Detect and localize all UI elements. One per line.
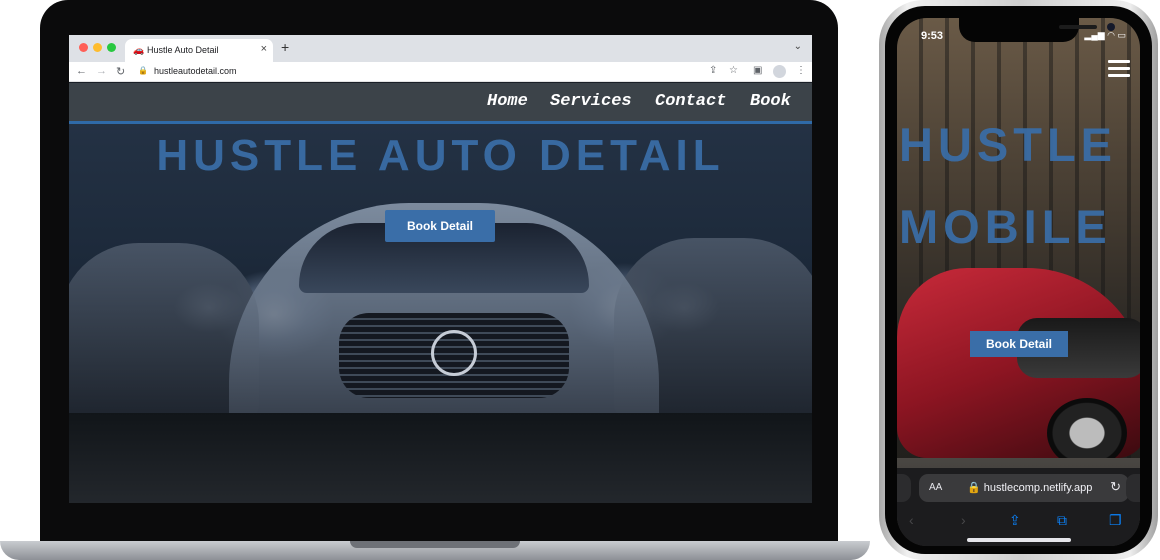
bookmarks-book-icon[interactable]: ⧉ (1057, 512, 1067, 529)
lock-icon: 🔒 (138, 66, 148, 75)
browser-toolbar: ← → ↻ 🔒 hustleautodetail.com ⇪ ☆ ▣ ⋮ (69, 62, 812, 82)
profile-avatar[interactable] (773, 65, 786, 78)
status-time: 9:53 (921, 30, 944, 42)
tabs-overview-icon[interactable]: ❐ (1109, 512, 1122, 529)
mockup-stage: 🚗 Hustle Auto Detail × + ⌄ ← → ↻ 🔒 hustl… (0, 0, 1160, 560)
back-chevron-icon[interactable]: ‹ (909, 512, 914, 528)
navbar-accent-line (69, 121, 812, 124)
previous-tab-peek[interactable] (897, 474, 911, 502)
earpiece-speaker (1059, 25, 1097, 29)
nav-services-link[interactable]: Services (550, 92, 632, 111)
laptop-notch (350, 541, 520, 548)
hero-road (69, 413, 812, 503)
share-icon[interactable]: ⇪ (1009, 512, 1021, 529)
bookmark-star-icon[interactable]: ☆ (729, 65, 738, 76)
browser-tab[interactable]: 🚗 Hustle Auto Detail × (125, 39, 273, 62)
more-menu-icon[interactable]: ⋮ (796, 65, 806, 76)
mobile-hero-background-image (897, 18, 1140, 546)
site-navbar: Home Services Contact Book (69, 83, 812, 121)
phone-notch (959, 18, 1115, 42)
hero-title: HUSTLE AUTO DETAIL (156, 131, 725, 180)
mobile-hero-title: HUSTLE MOBILE (899, 104, 1139, 268)
next-tab-peek[interactable] (1126, 474, 1140, 502)
nav-book-link[interactable]: Book (750, 92, 791, 111)
reload-icon[interactable]: ↻ (116, 65, 125, 78)
browser-tab-bar: 🚗 Hustle Auto Detail × + ⌄ (69, 35, 812, 62)
maximize-window-button[interactable] (107, 43, 116, 52)
address-bar[interactable]: 🔒 hustleautodetail.com (132, 64, 732, 80)
tab-title: Hustle Auto Detail (147, 45, 219, 55)
mobile-book-detail-button[interactable]: Book Detail (970, 331, 1068, 357)
safari-url[interactable]: 🔒 hustlecomp.netlify.app (967, 481, 1092, 494)
close-window-button[interactable] (79, 43, 88, 52)
book-detail-button[interactable]: Book Detail (385, 210, 495, 242)
nav-contact-link[interactable]: Contact (655, 92, 726, 111)
favicon-car-icon: 🚗 (133, 45, 145, 55)
tab-search-chevron-icon[interactable]: ⌄ (794, 41, 802, 52)
phone-frame: 9:53 ▂▄▆ ◠ ▭ HUSTLE MOBILE Book Detail A… (879, 0, 1158, 560)
hamburger-menu-icon[interactable] (1108, 60, 1130, 78)
laptop-screen: 🚗 Hustle Auto Detail × + ⌄ ← → ↻ 🔒 hustl… (69, 35, 812, 503)
hero-car-emblem (431, 330, 477, 376)
text-size-button[interactable]: AA (929, 482, 942, 493)
tab-close-button[interactable]: × (261, 43, 267, 55)
forward-arrow-icon[interactable]: → (96, 65, 107, 77)
share-icon[interactable]: ⇪ (709, 65, 717, 76)
forward-chevron-icon[interactable]: › (961, 512, 966, 528)
phone-bezel: 9:53 ▂▄▆ ◠ ▭ HUSTLE MOBILE Book Detail A… (885, 6, 1152, 554)
minimize-window-button[interactable] (93, 43, 102, 52)
reload-icon[interactable]: ↻ (1110, 479, 1121, 495)
side-panel-icon[interactable]: ▣ (753, 65, 762, 76)
address-url[interactable]: hustleautodetail.com (154, 66, 237, 76)
phone-screen: 9:53 ▂▄▆ ◠ ▭ HUSTLE MOBILE Book Detail A… (897, 18, 1140, 546)
new-tab-button[interactable]: + (281, 39, 289, 55)
safari-address-bar[interactable]: AA 🔒 hustlecomp.netlify.app ↻ (919, 474, 1129, 502)
home-indicator[interactable] (967, 538, 1071, 542)
safari-bottom-bar: AA 🔒 hustlecomp.netlify.app ↻ ‹ › ⇪ ⧉ ❐ (897, 468, 1140, 546)
nav-home-link[interactable]: Home (487, 92, 528, 111)
safari-url-text: hustlecomp.netlify.app (983, 482, 1093, 494)
website-viewport: Home Services Contact Book HUSTLE AUTO D… (69, 83, 812, 503)
mobile-hero-title-line1: HUSTLE (899, 118, 1117, 171)
mobile-hero-title-line2: MOBILE (899, 200, 1112, 253)
status-signal-wifi-battery-icon: ▂▄▆ ◠ ▭ (1084, 30, 1126, 40)
back-arrow-icon[interactable]: ← (76, 65, 87, 77)
